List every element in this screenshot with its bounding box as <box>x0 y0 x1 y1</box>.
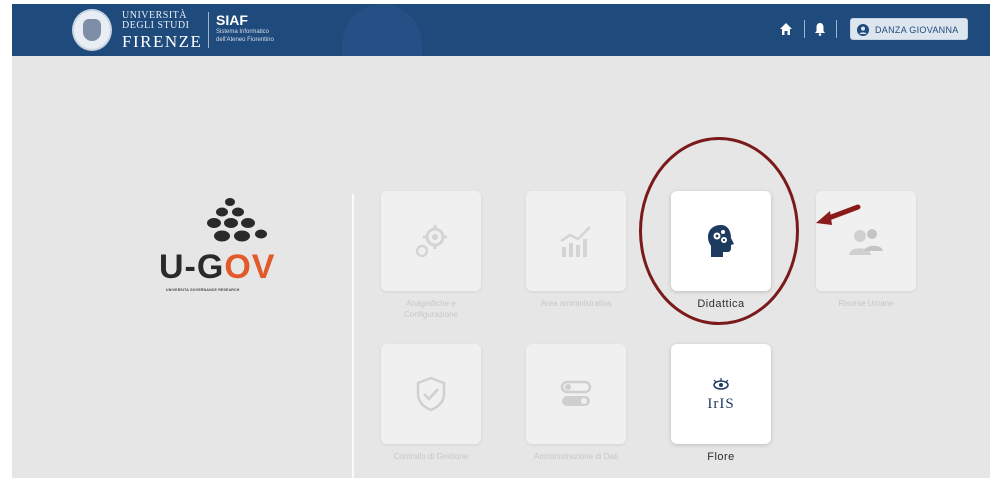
tile-flore[interactable]: IrIS <box>671 344 771 444</box>
tile-area-amministrativa[interactable] <box>526 191 626 291</box>
shield-check-icon <box>416 376 446 412</box>
tile-label-area-amministrativa: Area amministrativa <box>540 299 612 308</box>
gears-icon <box>415 225 447 258</box>
top-navigation-bar: UNIVERSITÀ DEGLI STUDI FIRENZE SIAF Sist… <box>12 4 990 56</box>
university-seal-icon <box>72 9 112 51</box>
bar-chart-icon <box>560 226 591 257</box>
toggles-icon <box>560 380 592 406</box>
svg-text:IrIS: IrIS <box>707 396 734 412</box>
u-gov-wordmark: U-GOV <box>159 250 275 284</box>
university-line-2: DEGLI STUDI <box>122 20 190 31</box>
tile-label-controllo-gestione: Controllo di Gestione <box>393 452 469 461</box>
vertical-divider <box>352 194 354 478</box>
user-menu-button[interactable]: DANZA GIOVANNA <box>850 18 968 40</box>
university-line-3: FIRENZE <box>122 32 203 51</box>
header-divider <box>836 20 837 38</box>
tile-label-risorse-umane: Risorse Umane <box>838 299 894 308</box>
tile-label-line-1: Anagrafiche e <box>406 299 456 308</box>
tile-label-amministrazione-dati: Amministrazione di Dati <box>533 452 619 461</box>
siaf-name: SIAF <box>216 12 248 28</box>
u-gov-logo: U-GOV UNIVERSITA GOVERNANCE RESEARCH <box>152 194 292 294</box>
tile-label-flore: Flore <box>707 451 735 463</box>
header-divider <box>208 12 209 48</box>
tile-label-line-2: Configurazione <box>404 310 458 319</box>
user-icon <box>857 24 869 36</box>
tile-label-anagrafiche: Anagrafiche e Configurazione <box>371 298 491 320</box>
university-logo[interactable]: UNIVERSITÀ DEGLI STUDI FIRENZE <box>122 11 204 51</box>
iris-icon: IrIS <box>707 378 734 412</box>
u-gov-dots-icon <box>207 198 267 242</box>
tile-controllo-gestione[interactable] <box>381 344 481 444</box>
siaf-logo[interactable]: SIAF Sistema Informatico dell'Ateneo Fio… <box>216 12 274 44</box>
tile-anagrafiche-configurazione[interactable] <box>381 191 481 291</box>
u-gov-tagline: UNIVERSITA GOVERNANCE RESEARCH <box>166 288 240 292</box>
app-frame: UNIVERSITÀ DEGLI STUDI FIRENZE SIAF Sist… <box>12 4 990 478</box>
arrow-annotation-icon <box>816 204 861 225</box>
bell-icon[interactable] <box>814 22 826 36</box>
siaf-subtitle-1: Sistema Informatico <box>216 29 270 35</box>
u-gov-word-accent: OV <box>224 248 276 286</box>
siaf-subtitle-2: dell'Ateneo Fiorentino <box>216 37 274 43</box>
header-background-figure <box>342 4 422 56</box>
header-divider <box>804 20 805 38</box>
highlight-circle-annotation <box>639 137 799 325</box>
home-icon[interactable] <box>779 22 793 36</box>
tile-amministrazione-dati[interactable] <box>526 344 626 444</box>
u-gov-word-main: U-G <box>159 248 225 286</box>
user-name: DANZA GIOVANNA <box>875 25 959 35</box>
